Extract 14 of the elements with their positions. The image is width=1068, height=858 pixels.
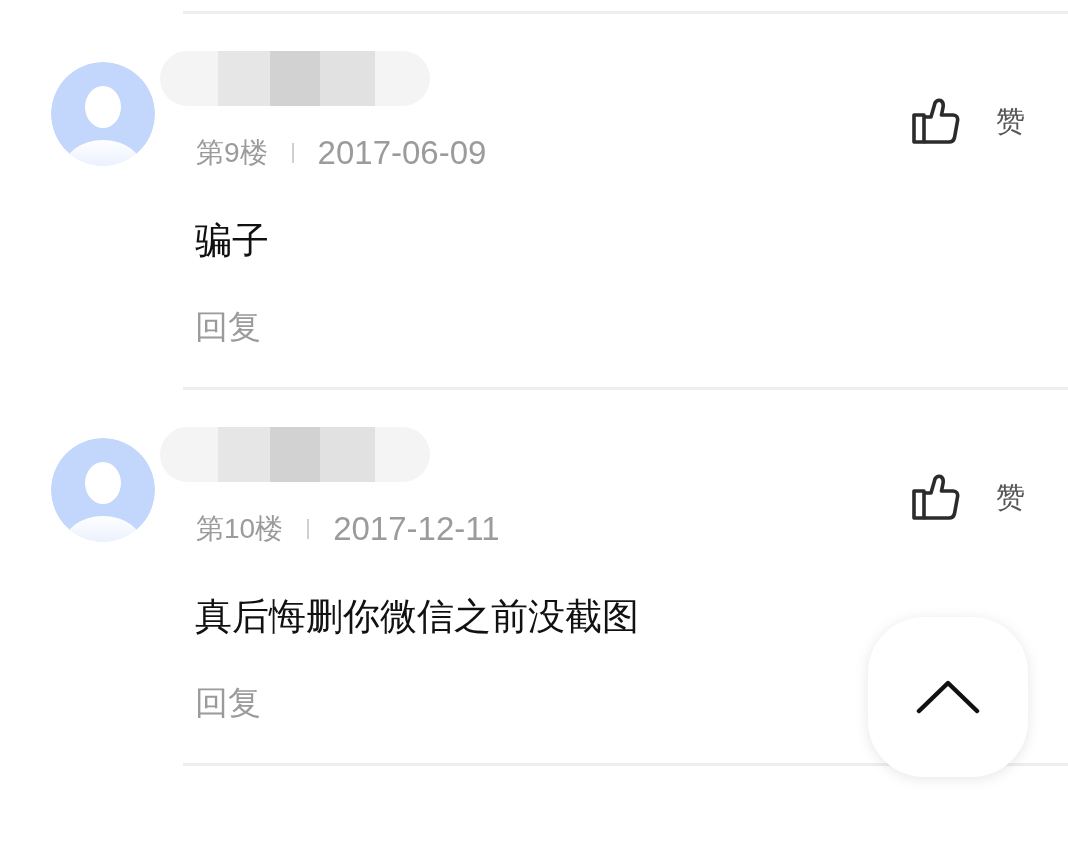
- caret-up-icon: [916, 680, 980, 714]
- scroll-to-top-button[interactable]: [868, 617, 1028, 777]
- avatar-silhouette-icon: [51, 438, 155, 542]
- thumbs-up-icon: [912, 474, 960, 520]
- comment-date: 2017-06-09: [317, 135, 487, 171]
- floor-number: 第9楼: [196, 136, 268, 170]
- like-button[interactable]: 赞: [912, 98, 1025, 144]
- comment-text: 真后悔删你微信之前没截图: [194, 595, 640, 639]
- comment-date: 2017-12-11: [333, 511, 500, 547]
- comment-text: 骗子: [194, 219, 270, 263]
- avatar-silhouette-icon: [51, 62, 155, 166]
- floor-number: 第10楼: [196, 512, 284, 546]
- like-button[interactable]: 赞: [912, 474, 1025, 520]
- thumbs-up-icon: [912, 98, 960, 144]
